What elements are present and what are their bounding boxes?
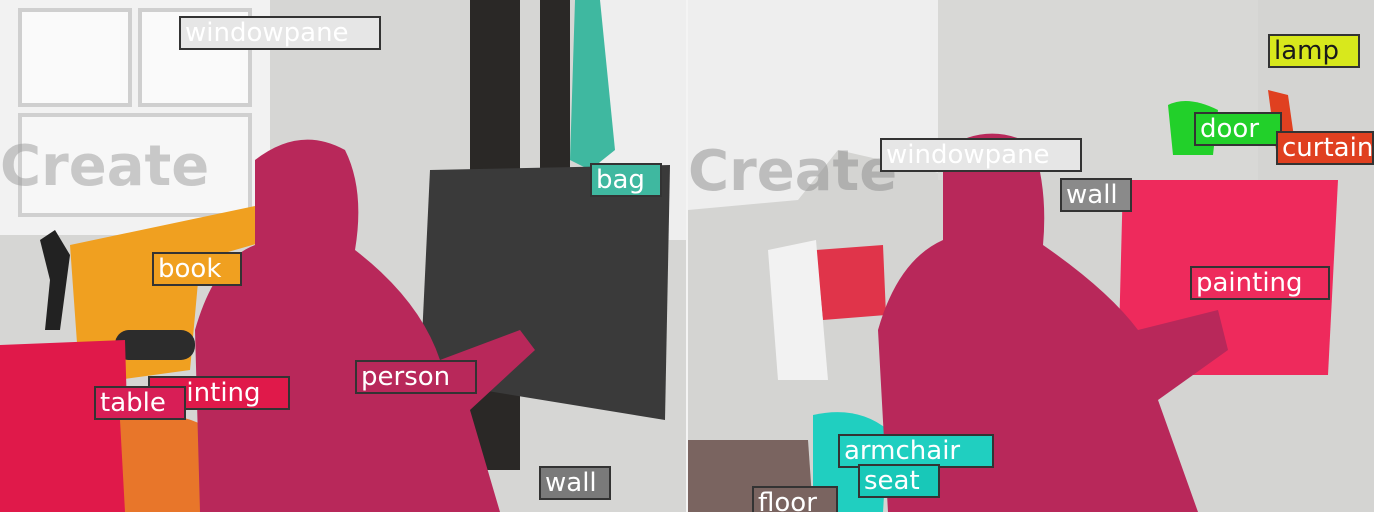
label-bag: bag [590,163,662,197]
label-curtain: curtain [1276,131,1374,165]
svg-text:Create: Create [688,139,897,204]
label-wall: wall [1060,178,1132,212]
label-windowpane: windowpane [179,16,381,50]
left-scene-image: Create [0,0,686,512]
right-segmentation-panel: Create lamp door curtain windowpane wall… [688,0,1374,512]
svg-text:Create: Create [0,134,209,199]
label-door: door [1194,112,1282,146]
label-book: book [152,252,242,286]
right-scene-image: Create [688,0,1374,512]
label-lamp: lamp [1268,34,1360,68]
label-table: table [94,386,186,420]
left-segmentation-panel: Create windowpane book bag painting tabl… [0,0,686,512]
label-seat: seat [858,464,940,498]
segmentation-comparison: Create windowpane book bag painting tabl… [0,0,1374,512]
label-armchair: armchair [838,434,994,468]
label-floor: floor [752,486,838,512]
label-person: person [355,360,477,394]
label-painting: painting [1190,266,1330,300]
label-windowpane: windowpane [880,138,1082,172]
label-wall: wall [539,466,611,500]
